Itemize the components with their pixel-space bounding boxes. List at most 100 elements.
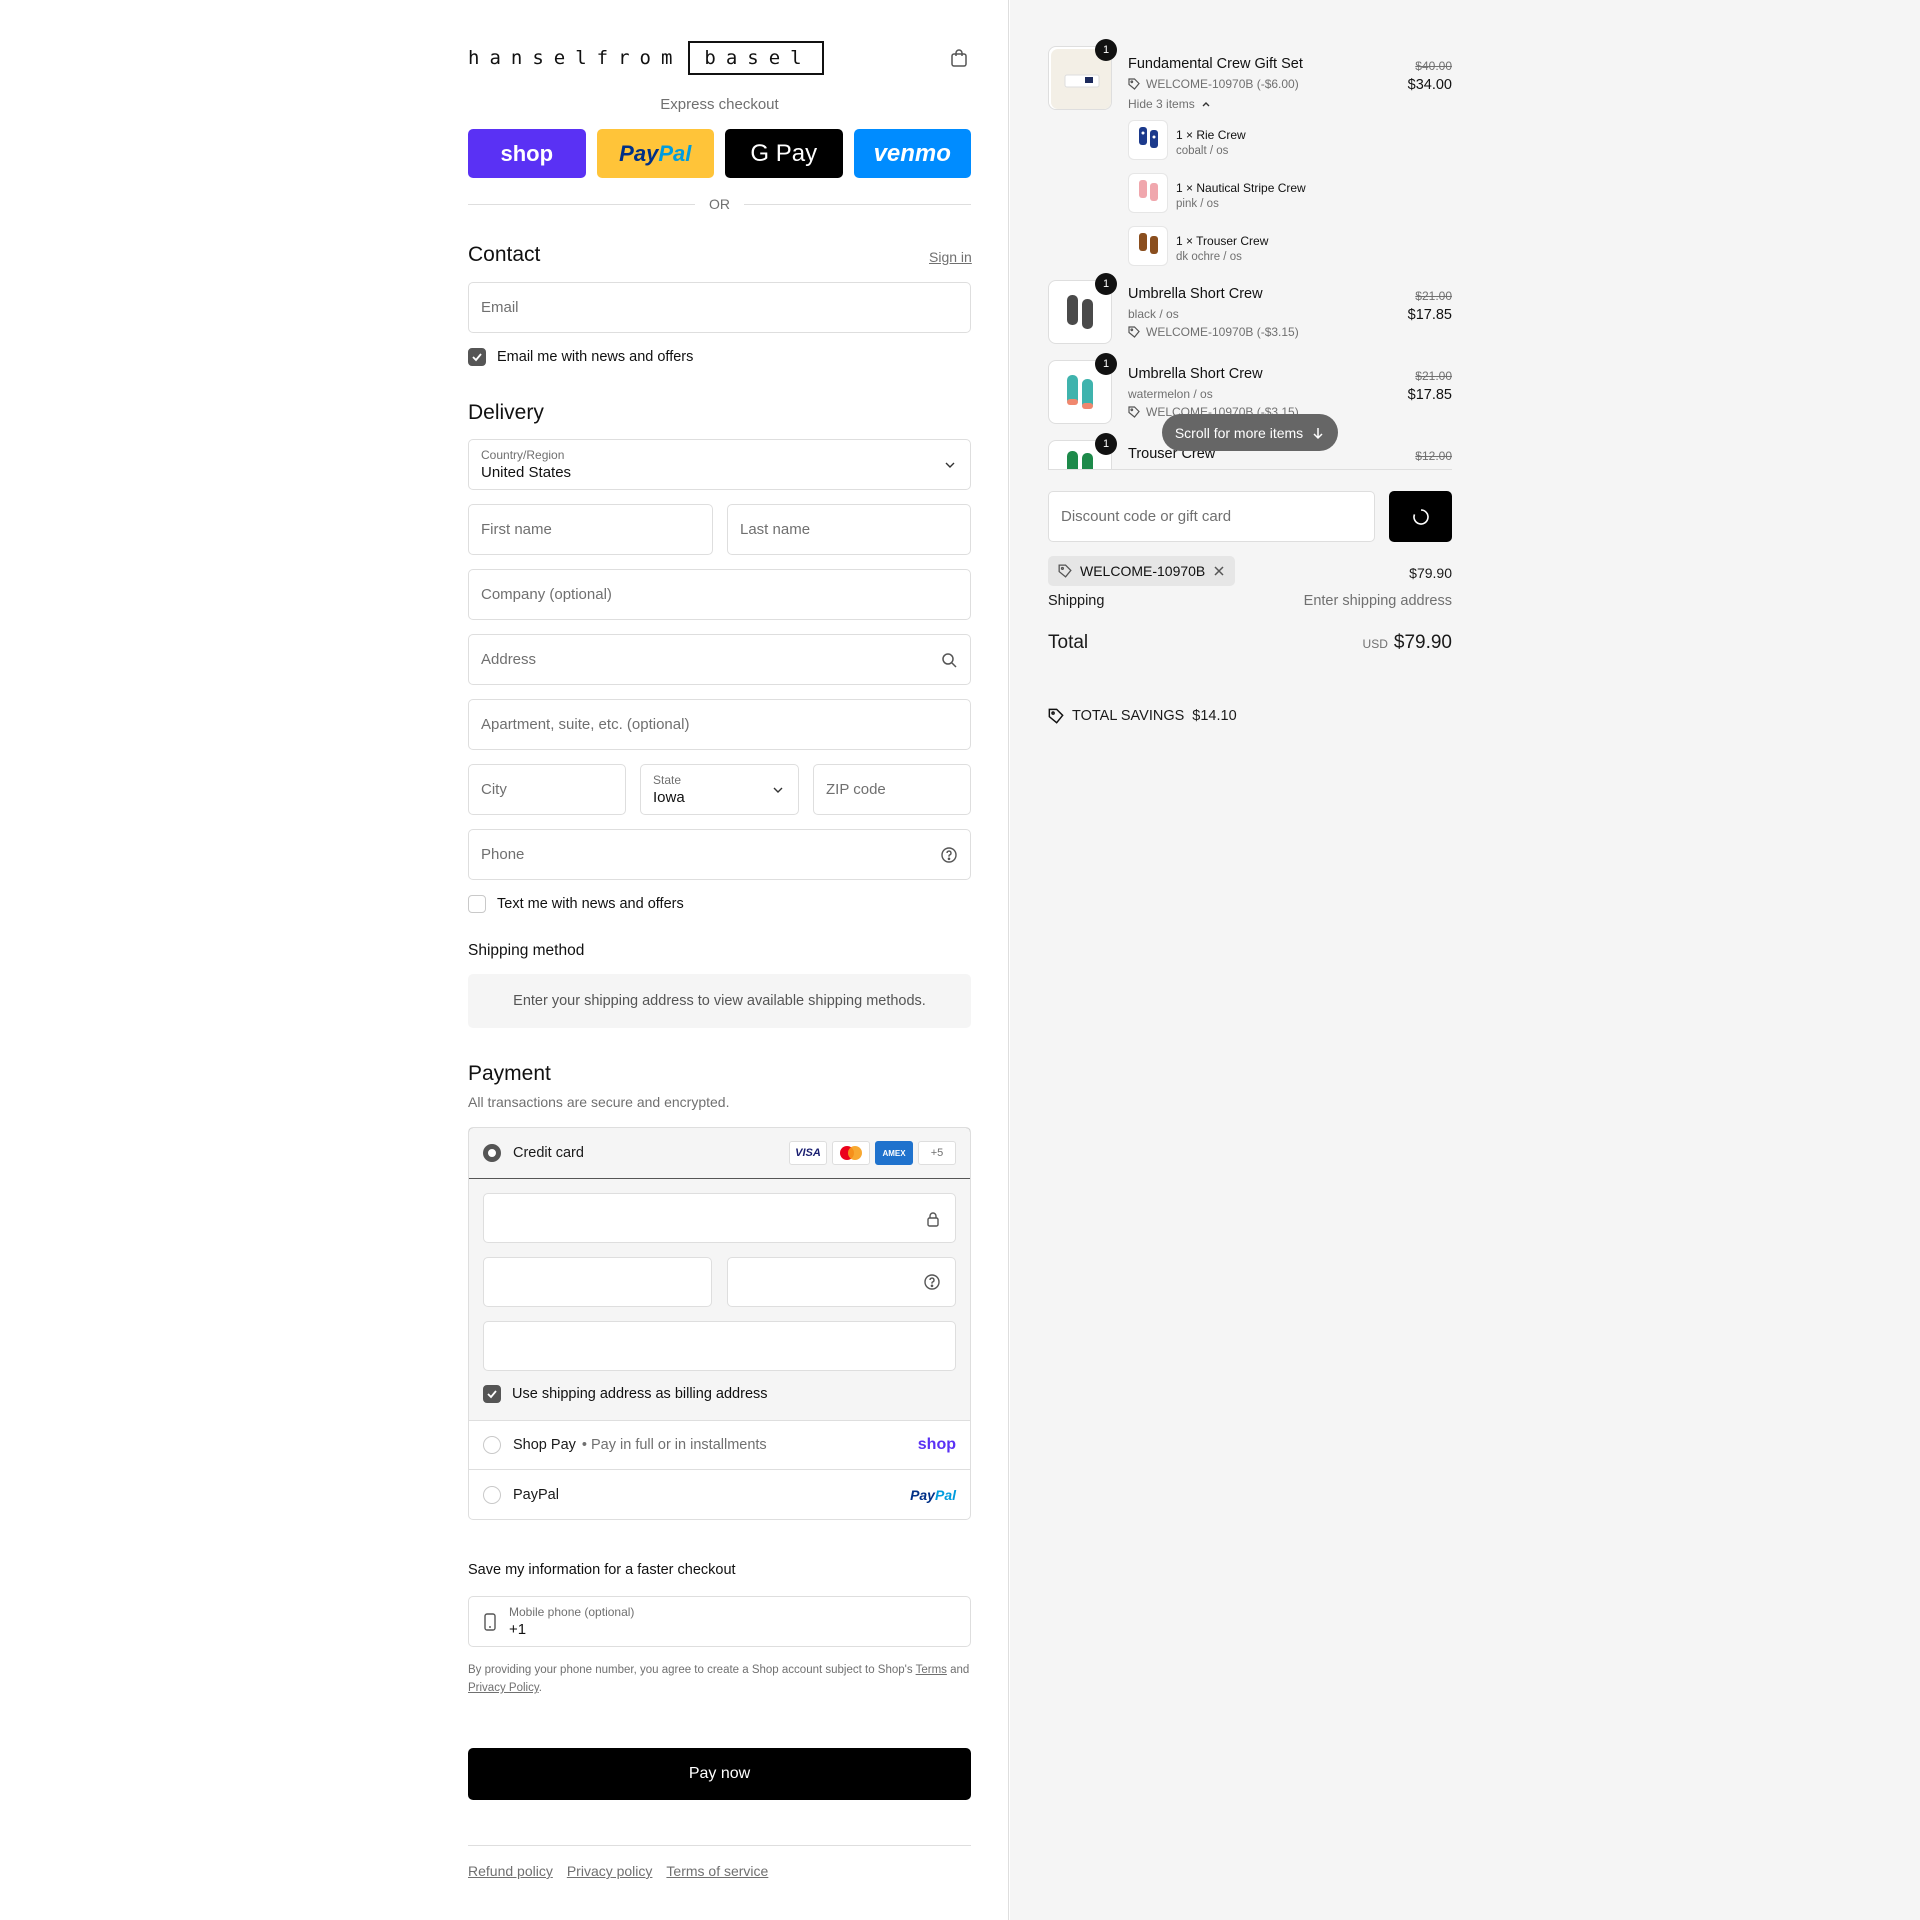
first-name-input[interactable]: First name [468, 504, 713, 555]
cart-items-list[interactable]: 1 Fundamental Crew Gift Set WELCOME-1097… [1048, 36, 1452, 470]
item-price: $17.85 [1407, 387, 1452, 403]
shop-pay-radio[interactable] [483, 1436, 501, 1454]
sub-item-thumbnail [1128, 120, 1168, 160]
email-news-checkbox[interactable] [468, 348, 486, 366]
item-name: Umbrella Short Crew [1128, 286, 1263, 302]
shop-pay-logo: shop [500, 140, 554, 166]
applied-discount-chip: WELCOME-10970B [1048, 556, 1236, 586]
shop-pay-option[interactable]: Shop Pay • Pay in full or in installment… [469, 1421, 970, 1470]
pay-now-button[interactable]: Pay now [468, 1748, 971, 1800]
address-input[interactable]: Address [468, 634, 971, 685]
hide-items-toggle[interactable]: Hide 3 items [1128, 97, 1211, 111]
shipping-method-title: Shipping method [468, 942, 585, 959]
credit-card-label: Credit card [513, 1145, 584, 1161]
paypal-express-button[interactable]: Pay Pal [596, 129, 714, 178]
tag-icon [1048, 708, 1064, 724]
name-on-card-input[interactable] [483, 1321, 956, 1371]
email-input[interactable]: Email [468, 282, 971, 333]
item-discount: WELCOME-10970B (-$3.15) [1128, 325, 1299, 339]
venmo-logo: venmo [873, 139, 951, 167]
payment-subtitle: All transactions are secure and encrypte… [468, 1094, 730, 1110]
email-news-checkbox-row[interactable]: Email me with news and offers [468, 348, 693, 366]
phone-input[interactable]: Phone [468, 829, 971, 880]
item-variant: black / os [1128, 307, 1179, 321]
delivery-title: Delivery [468, 401, 544, 424]
item-original-price: $40.00 [1415, 59, 1452, 73]
total-label: Total [1048, 632, 1089, 653]
sub-item-name: 1 × Rie Crew [1176, 128, 1246, 142]
loading-spinner-icon [1412, 508, 1429, 525]
save-info-title: Save my information for a faster checkou… [468, 1562, 736, 1578]
help-circle-icon[interactable] [940, 846, 958, 864]
state-select[interactable]: State Iowa [640, 764, 799, 815]
state-value: Iowa [653, 789, 685, 806]
product-thumbnail: 1 [1048, 353, 1117, 424]
paypal-label: PayPal [513, 1486, 559, 1503]
sub-item-variant: pink / os [1176, 198, 1219, 210]
expiration-date-input[interactable] [483, 1257, 712, 1307]
scroll-hint-label: Scroll for more items [1174, 424, 1304, 441]
billing-address-checkbox-row[interactable]: Use shipping address as billing address [483, 1385, 768, 1403]
venmo-express-button[interactable]: venmo [853, 129, 971, 178]
item-original-price: $21.00 [1415, 289, 1452, 303]
paypal-logo-b: Pal [658, 140, 692, 166]
google-pay-express-button[interactable]: G Pay [725, 129, 843, 178]
card-number-input[interactable] [483, 1193, 956, 1243]
shop-pay-label: Shop Pay [513, 1437, 576, 1453]
shopping-bag-icon[interactable] [949, 48, 969, 68]
sub-item-variant: dk ochre / os [1176, 251, 1242, 263]
apartment-placeholder: Apartment, suite, etc. (optional) [481, 716, 690, 733]
shipping-value: Enter shipping address [1303, 593, 1452, 609]
card-brands: VISA AMEX +5 [789, 1141, 956, 1165]
shop-terms-link[interactable]: Terms [916, 1664, 947, 1676]
total-savings-label: TOTAL SAVINGS [1072, 708, 1185, 724]
terms-of-service-link[interactable]: Terms of service [666, 1863, 768, 1879]
country-select[interactable]: Country/Region United States [468, 439, 971, 490]
paypal-logo-b: Pal [934, 1486, 956, 1503]
shop-privacy-link[interactable]: Privacy Policy [468, 1682, 539, 1694]
refund-policy-link[interactable]: Refund policy [468, 1863, 553, 1879]
search-icon[interactable] [940, 651, 958, 669]
text-news-checkbox-row[interactable]: Text me with news and offers [468, 895, 684, 913]
product-thumbnail: 1 [1048, 273, 1117, 344]
text-news-checkbox[interactable] [468, 895, 486, 913]
apply-discount-button[interactable] [1389, 491, 1452, 542]
help-circle-icon[interactable] [923, 1273, 941, 1291]
paypal-radio[interactable] [483, 1485, 501, 1504]
lock-icon [927, 1212, 939, 1227]
sub-item-thumbnail [1128, 226, 1168, 266]
mobile-phone-input[interactable]: Mobile phone (optional) +1 [468, 1596, 971, 1647]
brand-logo[interactable]: hanselfrom basel [468, 38, 824, 78]
close-icon[interactable] [1213, 565, 1225, 577]
scroll-for-more-button[interactable]: Scroll for more items [1162, 414, 1338, 451]
company-input[interactable]: Company (optional) [468, 569, 971, 620]
footer-divider [468, 1845, 971, 1846]
state-label: State [653, 773, 682, 787]
apartment-input[interactable]: Apartment, suite, etc. (optional) [468, 699, 971, 750]
privacy-policy-link[interactable]: Privacy policy [567, 1863, 653, 1879]
quantity-badge: 1 [1095, 433, 1117, 455]
zip-input[interactable]: ZIP code [813, 764, 971, 815]
last-name-input[interactable]: Last name [727, 504, 971, 555]
discount-code-input[interactable]: Discount code or gift card [1048, 491, 1375, 542]
visa-icon: VISA [789, 1141, 827, 1165]
security-code-input[interactable] [727, 1257, 956, 1307]
product-thumbnail: 1 [1048, 39, 1117, 110]
total-savings: TOTAL SAVINGS $14.10 [1048, 708, 1237, 724]
first-name-placeholder: First name [481, 521, 552, 538]
credit-card-radio[interactable] [483, 1144, 501, 1162]
shipping-method-notice: Enter your shipping address to view avai… [468, 974, 971, 1028]
amex-icon: AMEX [875, 1141, 913, 1165]
billing-address-checkbox[interactable] [483, 1385, 501, 1403]
credit-card-option[interactable]: Credit card VISA AMEX +5 [469, 1128, 970, 1179]
product-thumbnail: 1 [1048, 433, 1117, 470]
mobile-phone-value: +1 [509, 1621, 527, 1638]
express-checkout-label: Express checkout [660, 96, 779, 113]
shop-legal-text-end: . [538, 1682, 542, 1694]
express-checkout-buttons: shop Pay Pal G Pay venmo [468, 129, 971, 178]
arrow-down-icon [1313, 427, 1323, 439]
city-input[interactable]: City [468, 764, 626, 815]
sign-in-link[interactable]: Sign in [929, 249, 972, 265]
shop-pay-express-button[interactable]: shop [468, 129, 586, 178]
paypal-option[interactable]: PayPal PayPal [469, 1470, 970, 1519]
